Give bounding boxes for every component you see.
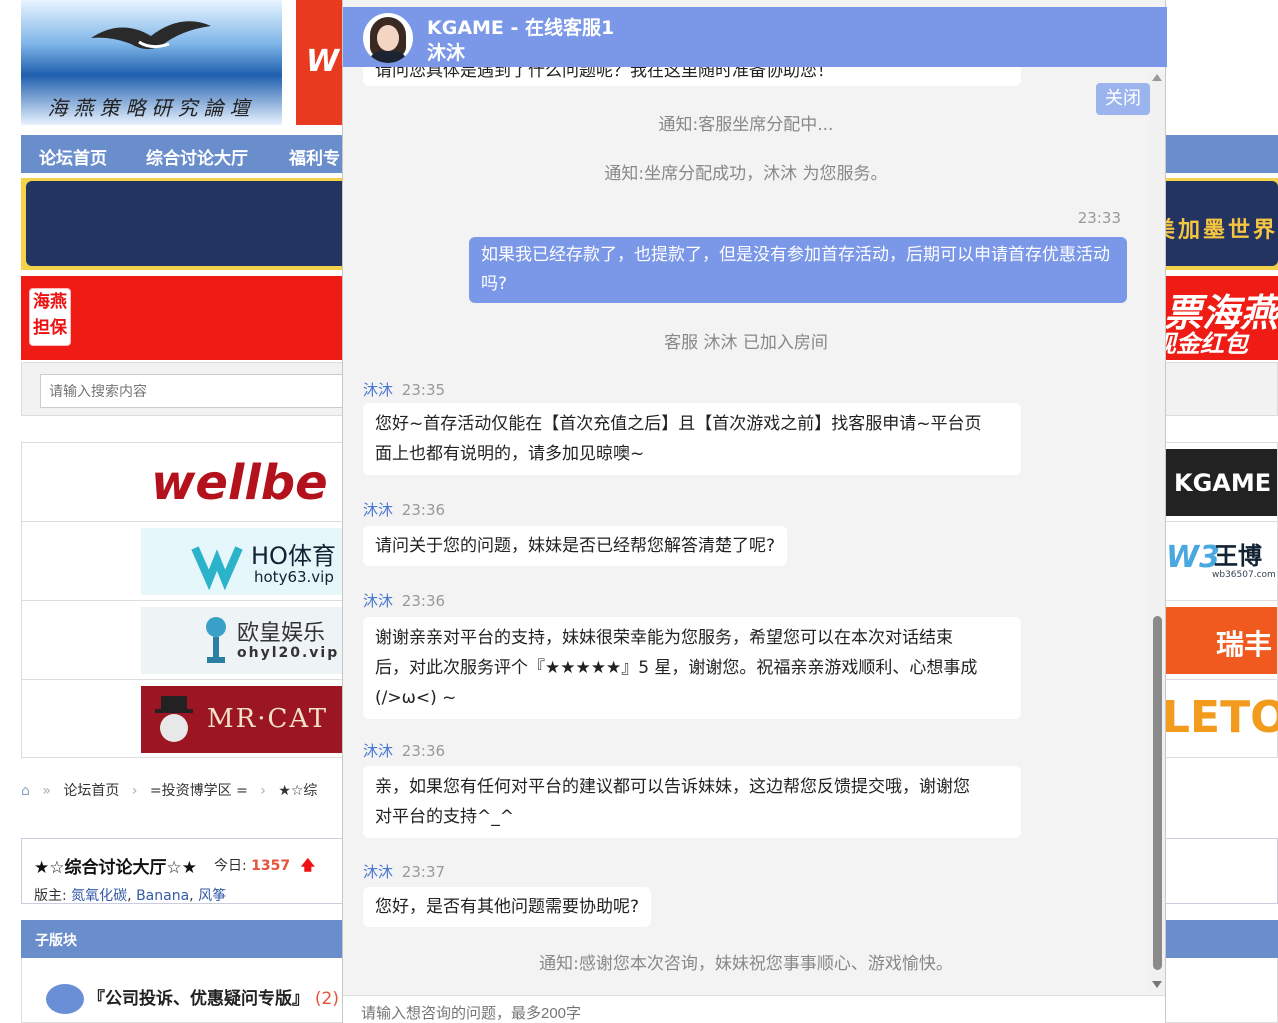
wangbo-ad[interactable]: W3 王博 wb36507.com xyxy=(1162,528,1277,595)
wellbet-ad[interactable]: wellbe xyxy=(141,449,361,516)
today-posts: 今日: 1357 🡅 xyxy=(214,858,315,874)
message-meta: 沐沐 23:37 xyxy=(363,861,445,882)
message-meta: 沐沐 23:36 xyxy=(363,590,445,611)
red-banner-subtext: 现金红包 xyxy=(1152,330,1248,358)
subforum-count: (2) xyxy=(314,989,340,1009)
ouhuang-ad[interactable]: 欧皇娱乐 ohyl20.vip xyxy=(141,607,361,674)
letou-ad[interactable]: LETOU xyxy=(1162,686,1278,753)
chat-scrollbar[interactable] xyxy=(1149,72,1165,990)
system-notice: 客服 沐沐 已加入房间 xyxy=(664,333,828,353)
scroll-thumb[interactable] xyxy=(1153,616,1162,970)
chat-message-list[interactable]: 请问您具体是遇到了什么问题呢？我在这里随时准备协助您！ 通知:客服坐席分配中..… xyxy=(343,0,1149,995)
message-time: 23:37 xyxy=(401,863,446,881)
board-title: ★☆综合讨论大厅☆★ xyxy=(34,858,197,878)
seagull-icon xyxy=(91,21,211,50)
cat-mascot-icon xyxy=(155,696,193,742)
close-button[interactable]: 关闭 xyxy=(1096,83,1150,115)
worldcup-banner-text: 美加墨世界 xyxy=(1152,218,1278,243)
moderator-link[interactable]: Banana xyxy=(136,888,189,904)
agent-message-bubble: 您好~首存活动仅能在【首次充值之后】且【首次游戏之前】找客服申请~平台页 面上也… xyxy=(363,403,1021,475)
agent-name: 沐沐 xyxy=(363,863,394,881)
breadcrumb-board[interactable]: ★☆综 xyxy=(278,783,317,799)
ruifeng-ad[interactable]: 瑞丰 xyxy=(1162,607,1277,674)
agent-name: 沐沐 xyxy=(363,381,394,399)
message-time: 23:36 xyxy=(401,501,446,519)
ho-sports-ad[interactable]: HO体育 hoty63.vip xyxy=(141,528,361,595)
chat-agent-name: 沐沐 xyxy=(427,42,466,64)
breadcrumb-section[interactable]: =投资博学区 = xyxy=(150,783,248,799)
message-meta: 沐沐 23:36 xyxy=(363,740,445,761)
moderator-link[interactable]: 氮氧化碳 xyxy=(71,888,127,904)
ho-logo-icon xyxy=(191,546,243,590)
message-time: 23:36 xyxy=(401,592,446,610)
trophy-icon xyxy=(206,617,226,663)
moderator-link[interactable]: 风筝 xyxy=(198,888,226,904)
chat-message-input[interactable] xyxy=(361,1002,1121,1023)
nav-welfare[interactable]: 福利专 xyxy=(289,144,340,169)
agent-name: 沐沐 xyxy=(363,592,394,610)
agent-name: 沐沐 xyxy=(363,501,394,519)
subforum-title[interactable]: 『公司投诉、优惠疑问专版』 xyxy=(88,989,309,1009)
nav-general-hall[interactable]: 综合讨论大厅 xyxy=(146,144,248,169)
message-time: 23:35 xyxy=(401,381,446,399)
agent-message-bubble: 亲，如果您有任何对平台的建议都可以告诉妹妹，这边帮您反馈提交哦，谢谢您 对平台的… xyxy=(363,766,1021,838)
nav-forum-home[interactable]: 论坛首页 xyxy=(39,144,107,169)
search-input[interactable] xyxy=(40,374,380,408)
speech-bubble-icon xyxy=(46,984,84,1014)
user-message-bubble: 如果我已经存款了，也提款了，但是没有参加首存活动，后期可以申请首存优惠活动吗? xyxy=(469,237,1127,303)
agent-message-bubble: 您好，是否有其他问题需要协助呢? xyxy=(363,887,652,927)
system-notice: 通知:坐席分配成功，沐沐 为您服务。 xyxy=(604,164,888,184)
live-chat-window: 请问您具体是遇到了什么问题呢？我在这里随时准备协助您！ 通知:客服坐席分配中..… xyxy=(342,0,1167,1023)
logo-text: 海燕策略研究論壇 xyxy=(47,96,256,120)
breadcrumb-home[interactable]: 论坛首页 xyxy=(63,783,119,799)
agent-message-bubble: 请问关于您的问题，妹妹是否已经帮您解答清楚了呢? xyxy=(363,526,788,566)
scroll-up-arrow-icon[interactable] xyxy=(1152,74,1162,81)
message-time: 23:36 xyxy=(401,742,446,760)
forum-logo[interactable]: 海燕策略研究論壇 xyxy=(21,0,282,125)
agent-name: 沐沐 xyxy=(363,742,394,760)
system-notice: 通知:感谢您本次咨询，妹妹祝您事事顺心、游戏愉快。 xyxy=(539,954,953,974)
agent-message-bubble: 谢谢亲亲对平台的支持，妹妹很荣幸能为您服务，希望您可以在本次对话结束 后，对此次… xyxy=(363,617,1021,719)
chat-header: KGAME - 在线客服1 沐沐 xyxy=(343,7,1167,67)
message-meta: 沐沐 23:36 xyxy=(363,499,445,520)
system-notice: 通知:客服坐席分配中... xyxy=(658,115,834,135)
moderators: 版主: 氮氧化碳, Banana, 风筝 xyxy=(34,888,227,904)
chat-title: KGAME - 在线客服1 xyxy=(427,17,615,39)
message-meta: 沐沐 23:35 xyxy=(363,379,445,400)
mrcat-ad[interactable]: MR·CAT xyxy=(141,686,361,753)
arrow-up-icon: 🡅 xyxy=(300,858,315,874)
scroll-down-arrow-icon[interactable] xyxy=(1152,981,1162,988)
home-icon[interactable]: ⌂ xyxy=(21,783,30,799)
message-time: 23:33 xyxy=(1077,209,1121,227)
guarantee-badge: 海燕 担保 xyxy=(29,288,71,346)
breadcrumb: ⌂ » 论坛首页 › =投资博学区 = › ★☆综 xyxy=(21,783,318,799)
agent-avatar xyxy=(363,13,413,63)
kgame-ad[interactable]: KGAME xyxy=(1162,449,1277,516)
chat-input-area xyxy=(343,995,1165,1023)
